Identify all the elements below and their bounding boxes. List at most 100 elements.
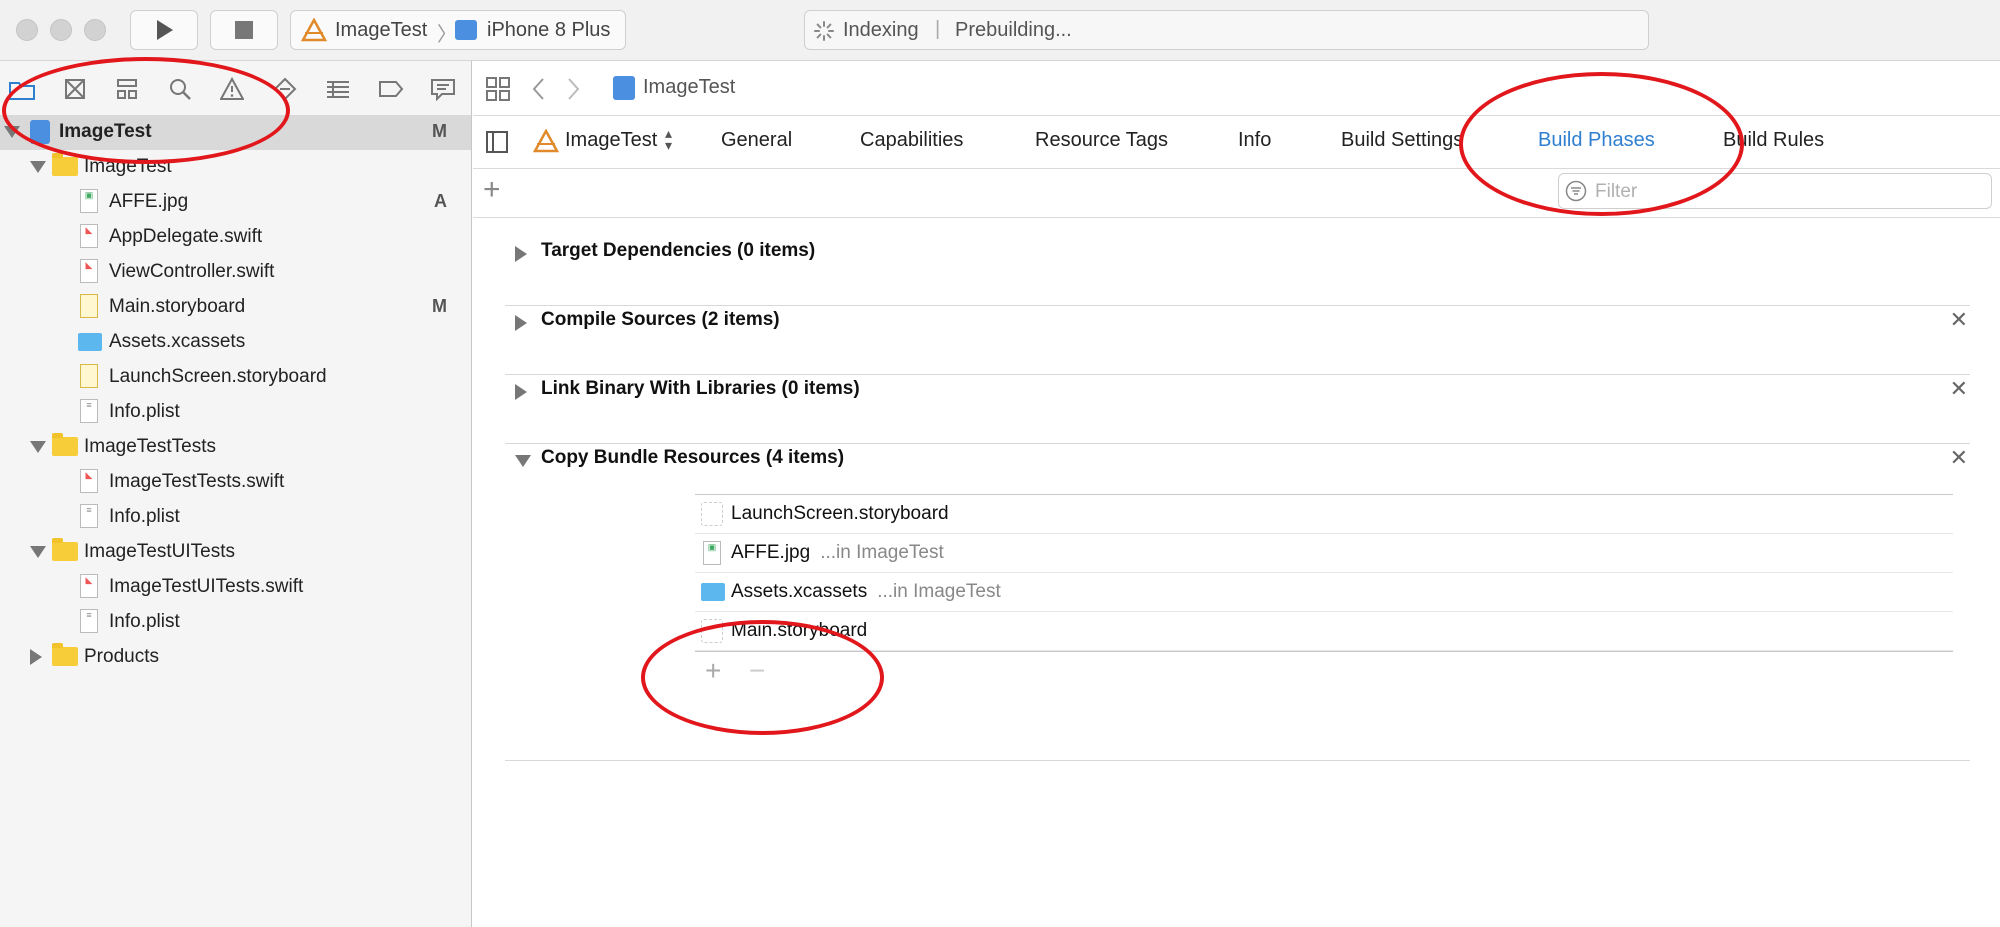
find-icon[interactable] <box>166 75 194 103</box>
sidebar-toggle-icon[interactable] <box>485 130 509 154</box>
remove-phase-icon[interactable]: ✕ <box>1950 445 1968 471</box>
jump-bar-title[interactable]: ImageTest <box>643 76 735 99</box>
build-phase-title[interactable]: Link Binary With Libraries (0 items) <box>541 378 860 400</box>
scheme-target-label: ImageTest <box>335 19 428 41</box>
tree-item-swift[interactable]: ◣ ImageTestUITests.swift <box>0 570 471 605</box>
disclosure-down-icon[interactable] <box>30 546 46 558</box>
tree-item-xcassets[interactable]: Assets.xcassets <box>0 325 471 360</box>
source-control-icon[interactable] <box>61 75 89 103</box>
build-phase-title[interactable]: Copy Bundle Resources (4 items) <box>541 447 844 469</box>
run-button[interactable] <box>130 10 198 50</box>
resource-row[interactable]: Assets.xcassets ...in ImageTest <box>695 573 1953 612</box>
tree-item-plist[interactable]: ≡ Info.plist <box>0 395 471 430</box>
back-arrow-icon[interactable] <box>531 77 547 101</box>
test-icon[interactable] <box>271 75 299 103</box>
scm-status-badge: M <box>432 296 447 316</box>
close-window-button[interactable] <box>16 19 38 41</box>
remove-phase-icon[interactable]: ✕ <box>1950 307 1968 333</box>
tab-general[interactable]: General <box>721 129 792 152</box>
issue-warning-icon[interactable] <box>218 75 246 103</box>
resource-row[interactable]: Main.storyboard <box>695 612 1953 651</box>
tab-capabilities[interactable]: Capabilities <box>860 129 963 152</box>
resource-row[interactable]: LaunchScreen.storyboard <box>695 495 1953 534</box>
disclosure-right-icon[interactable] <box>515 384 527 400</box>
tree-item-swift[interactable]: ◣ ImageTestTests.swift <box>0 465 471 500</box>
disclosure-down-icon[interactable] <box>30 161 46 173</box>
tab-info[interactable]: Info <box>1238 129 1271 152</box>
related-items-icon[interactable] <box>485 76 511 102</box>
add-build-phase-button[interactable]: + <box>483 173 501 207</box>
spinner-icon <box>814 21 834 41</box>
add-resource-button[interactable]: + <box>705 655 721 687</box>
remove-phase-icon[interactable]: ✕ <box>1950 376 1968 402</box>
tree-item-label: ImageTestTests.swift <box>109 471 285 492</box>
swift-file-icon: ◣ <box>80 574 98 598</box>
disclosure-right-icon[interactable] <box>30 649 42 665</box>
breakpoint-icon[interactable] <box>377 75 405 103</box>
project-file-icon <box>613 76 635 100</box>
tab-build-settings[interactable]: Build Settings <box>1341 129 1463 152</box>
tree-item-plist[interactable]: ≡ Info.plist <box>0 605 471 640</box>
tree-item-jpg[interactable]: ▣ AFFE.jpg A <box>0 185 471 220</box>
tree-item-label: ImageTestUITests.swift <box>109 576 304 597</box>
tree-item-label: Info.plist <box>109 611 180 632</box>
tree-item-folder[interactable]: ImageTestUITests <box>0 535 471 570</box>
build-phase-section: Compile Sources (2 items) ✕ <box>505 307 1970 375</box>
tree-item-label: Products <box>84 646 159 667</box>
tree-item-folder[interactable]: ImageTestTests <box>0 430 471 465</box>
resource-row[interactable]: ▣ AFFE.jpg ...in ImageTest <box>695 534 1953 573</box>
tree-item-label: AFFE.jpg <box>109 191 189 212</box>
tree-item-storyboard[interactable]: Main.storyboard M <box>0 290 471 325</box>
storyboard-file-icon <box>80 294 98 318</box>
disclosure-down-icon[interactable] <box>4 126 20 138</box>
tab-build-rules[interactable]: Build Rules <box>1723 129 1824 152</box>
resource-filename: Main.storyboard <box>731 620 868 641</box>
tree-item-storyboard[interactable]: LaunchScreen.storyboard <box>0 360 471 395</box>
folder-icon <box>52 538 78 561</box>
folder-icon <box>52 433 78 456</box>
minimize-window-button[interactable] <box>50 19 72 41</box>
disclosure-down-icon[interactable] <box>30 441 46 453</box>
tree-item-label: ImageTestTests <box>84 436 216 457</box>
project-icon <box>30 120 50 144</box>
resource-filename: LaunchScreen.storyboard <box>731 503 949 524</box>
filter-field[interactable]: Filter <box>1558 173 1992 209</box>
tree-item-folder[interactable]: Products <box>0 640 471 675</box>
tree-item-label: Main.storyboard <box>109 296 246 317</box>
stop-button[interactable] <box>210 10 278 50</box>
activity-status: Indexing | Prebuilding... <box>804 10 1649 50</box>
report-icon[interactable] <box>429 75 457 103</box>
chevron-updown-icon: ▴ ▾ <box>665 125 673 153</box>
swift-file-icon: ◣ <box>80 469 98 493</box>
editor-area: ImageTest ImageTest ▴ ▾ General Capabiliti… <box>473 61 2000 927</box>
tree-item-folder[interactable]: ImageTest <box>0 150 471 185</box>
build-phase-title[interactable]: Compile Sources (2 items) <box>541 309 780 331</box>
tree-item-swift[interactable]: ◣ ViewController.swift <box>0 255 471 290</box>
target-selector[interactable]: ImageTest ▴ ▾ <box>533 125 683 157</box>
disclosure-right-icon[interactable] <box>515 246 527 262</box>
tree-item-swift[interactable]: ◣ AppDelegate.swift <box>0 220 471 255</box>
forward-arrow-icon[interactable] <box>565 77 581 101</box>
plist-file-icon: ≡ <box>80 504 98 528</box>
toolbar: ImageTest 〉 iPhone 8 Plus Indexing | Pre… <box>0 0 2000 61</box>
stop-icon <box>235 21 253 39</box>
folder-icon[interactable] <box>8 75 36 103</box>
tree-item-label: Info.plist <box>109 401 180 422</box>
remove-resource-button[interactable]: − <box>749 655 765 687</box>
build-phase-title[interactable]: Target Dependencies (0 items) <box>541 240 815 262</box>
disclosure-down-icon[interactable] <box>515 455 531 467</box>
disclosure-right-icon[interactable] <box>515 315 527 331</box>
tree-item-label: ImageTest <box>84 156 172 177</box>
debug-icon[interactable] <box>324 75 352 103</box>
folder-icon <box>52 643 78 666</box>
tree-item-project[interactable]: ImageTest M <box>0 115 471 150</box>
tab-build-phases[interactable]: Build Phases <box>1538 129 1655 152</box>
symbol-icon[interactable] <box>113 75 141 103</box>
scheme-device-label: iPhone 8 Plus <box>487 19 611 41</box>
zoom-window-button[interactable] <box>84 19 106 41</box>
resource-name: AFFE.jpg ...in ImageTest <box>731 542 944 564</box>
tree-item-plist[interactable]: ≡ Info.plist <box>0 500 471 535</box>
plist-file-icon: ≡ <box>80 399 98 423</box>
tab-resource-tags[interactable]: Resource Tags <box>1035 129 1168 152</box>
scheme-selector[interactable]: ImageTest 〉 iPhone 8 Plus <box>290 10 626 50</box>
